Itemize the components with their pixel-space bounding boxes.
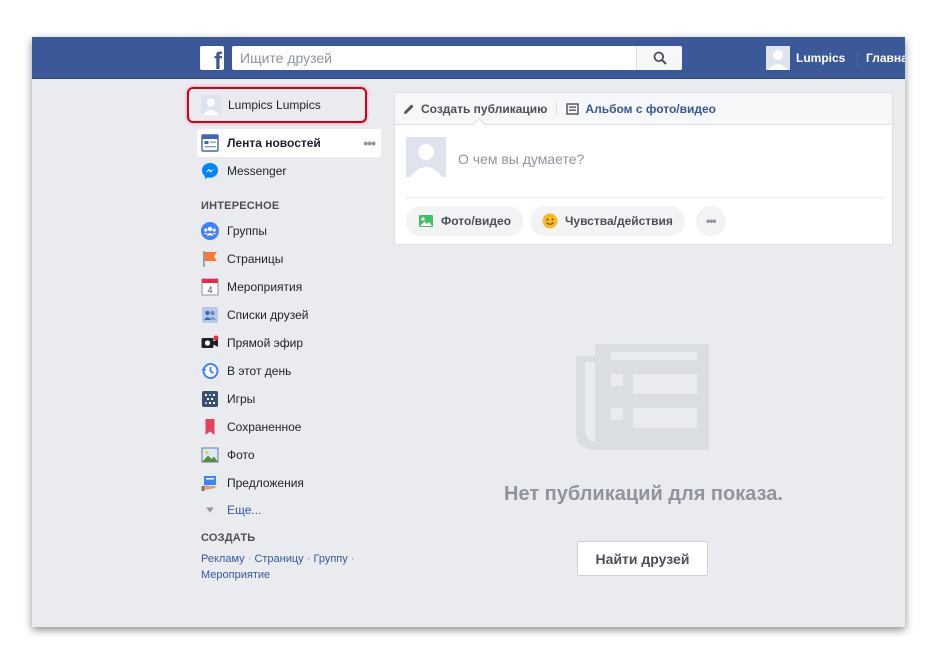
top-divider xyxy=(857,50,858,66)
section-title-interesting: ИНТЕРЕСНОЕ xyxy=(201,200,280,212)
empty-feed-message: Нет публикаций для показа. xyxy=(504,483,783,505)
pages-flag-icon xyxy=(201,250,219,268)
tab-create-label: Создать публикацию xyxy=(421,101,548,116)
feelings-label: Чувства/действия xyxy=(565,214,673,228)
photo-video-label: Фото/видео xyxy=(441,214,512,228)
top-avatar[interactable] xyxy=(766,46,790,70)
sidebar-item-events[interactable]: 4 Мероприятия xyxy=(201,275,302,299)
friend-lists-label: Списки друзей xyxy=(227,308,309,322)
messenger-icon xyxy=(201,162,219,180)
sidebar-item-games[interactable]: Игры xyxy=(201,387,255,411)
sidebar-more-link[interactable]: Еще... xyxy=(201,498,261,522)
chevron-down-icon xyxy=(201,501,219,519)
on-this-day-label: В этот день xyxy=(227,364,292,378)
sidebar-profile-item[interactable]: Lumpics Lumpics xyxy=(187,87,367,123)
photo-icon xyxy=(418,214,434,228)
pages-label: Страницы xyxy=(227,252,284,266)
live-label: Прямой эфир xyxy=(227,336,303,350)
photo-video-button[interactable]: Фото/видео xyxy=(406,206,524,236)
tab-create-post[interactable]: Создать публикацию xyxy=(403,102,547,116)
smiley-icon xyxy=(542,213,558,229)
saved-label: Сохраненное xyxy=(227,420,302,434)
link-separator: · xyxy=(350,553,355,565)
more-dots-label: ••• xyxy=(706,214,717,228)
create-ad-link[interactable]: Рекламу xyxy=(201,553,245,565)
sidebar-item-live[interactable]: Прямой эфир xyxy=(201,331,303,355)
messenger-label: Messenger xyxy=(227,164,287,178)
news-feed-label: Лента новостей xyxy=(227,136,321,150)
empty-feed-illustration xyxy=(575,344,711,453)
sidebar-item-pages[interactable]: Страницы xyxy=(201,247,283,271)
feelings-button[interactable]: Чувства/действия xyxy=(530,206,685,236)
create-page-link[interactable]: Страницу xyxy=(254,553,303,565)
profile-name: Lumpics Lumpics xyxy=(228,98,321,112)
profile-avatar xyxy=(201,95,221,115)
news-feed-more-button[interactable]: ••• xyxy=(363,135,376,151)
photos-icon xyxy=(201,446,219,464)
live-camera-icon xyxy=(201,334,219,352)
sidebar-item-friend-lists[interactable]: Списки друзей xyxy=(201,303,308,327)
tab-album-label: Альбом с фото/видео xyxy=(585,101,717,116)
link-separator: · xyxy=(247,553,252,565)
search-icon xyxy=(653,51,667,65)
sidebar-item-groups[interactable]: Группы xyxy=(201,219,267,243)
offers-icon xyxy=(201,474,219,492)
browser-window: f Lumpics Главная Lumpics Lumpics Лента … xyxy=(32,37,905,627)
section-title-create: СОЗДАТЬ xyxy=(201,532,256,544)
search-button[interactable] xyxy=(636,46,682,70)
sidebar-item-messenger[interactable]: Messenger xyxy=(201,159,286,183)
composer-avatar xyxy=(406,137,446,177)
friend-lists-icon xyxy=(201,306,219,324)
sidebar-item-saved[interactable]: Сохраненное xyxy=(201,415,301,439)
composer-more-button[interactable]: ••• xyxy=(696,206,726,236)
top-username-link[interactable]: Lumpics xyxy=(796,51,845,65)
events-label: Мероприятия xyxy=(227,280,303,294)
composer-divider xyxy=(406,197,883,198)
facebook-logo-icon[interactable]: f xyxy=(200,46,224,70)
groups-label: Группы xyxy=(227,224,267,238)
create-links: Рекламу · Страницу · Группу · Мероприяти… xyxy=(201,551,381,583)
album-icon xyxy=(566,102,580,115)
games-icon xyxy=(201,390,219,408)
photos-label: Фото xyxy=(227,448,255,462)
offers-label: Предложения xyxy=(227,476,304,490)
sidebar-item-on-this-day[interactable]: В этот день xyxy=(201,359,291,383)
tab-divider xyxy=(556,101,558,116)
create-group-link[interactable]: Группу xyxy=(313,553,347,565)
groups-icon xyxy=(201,222,219,240)
top-bar: f Lumpics Главная xyxy=(32,37,905,79)
link-separator: · xyxy=(306,553,311,565)
calendar-icon: 4 xyxy=(201,278,219,296)
games-label: Игры xyxy=(227,392,256,406)
find-friends-button[interactable]: Найти друзей xyxy=(577,541,708,576)
tab-photo-album[interactable]: Альбом с фото/видео xyxy=(566,102,716,116)
active-tab-notch xyxy=(473,118,485,125)
sidebar-item-photos[interactable]: Фото xyxy=(201,443,255,467)
composer-input[interactable]: О чем вы думаете? xyxy=(458,151,584,167)
more-label: Еще... xyxy=(227,503,262,517)
news-feed-icon xyxy=(201,134,219,152)
search-box xyxy=(232,46,682,70)
on-this-day-icon xyxy=(201,362,219,380)
composer-tabs: Создать публикацию Альбом с фото/видео xyxy=(395,93,892,125)
events-date-badge: 4 xyxy=(207,285,212,295)
top-home-link[interactable]: Главная xyxy=(866,51,905,65)
pencil-icon xyxy=(404,104,414,114)
sidebar-item-offers[interactable]: Предложения xyxy=(201,471,304,495)
create-event-link[interactable]: Мероприятие xyxy=(201,569,270,581)
sidebar-item-news-feed[interactable]: Лента новостей ••• xyxy=(197,129,381,157)
saved-bookmark-icon xyxy=(201,418,219,436)
search-input[interactable] xyxy=(232,46,636,70)
post-composer: Создать публикацию Альбом с фото/видео О… xyxy=(394,92,893,245)
